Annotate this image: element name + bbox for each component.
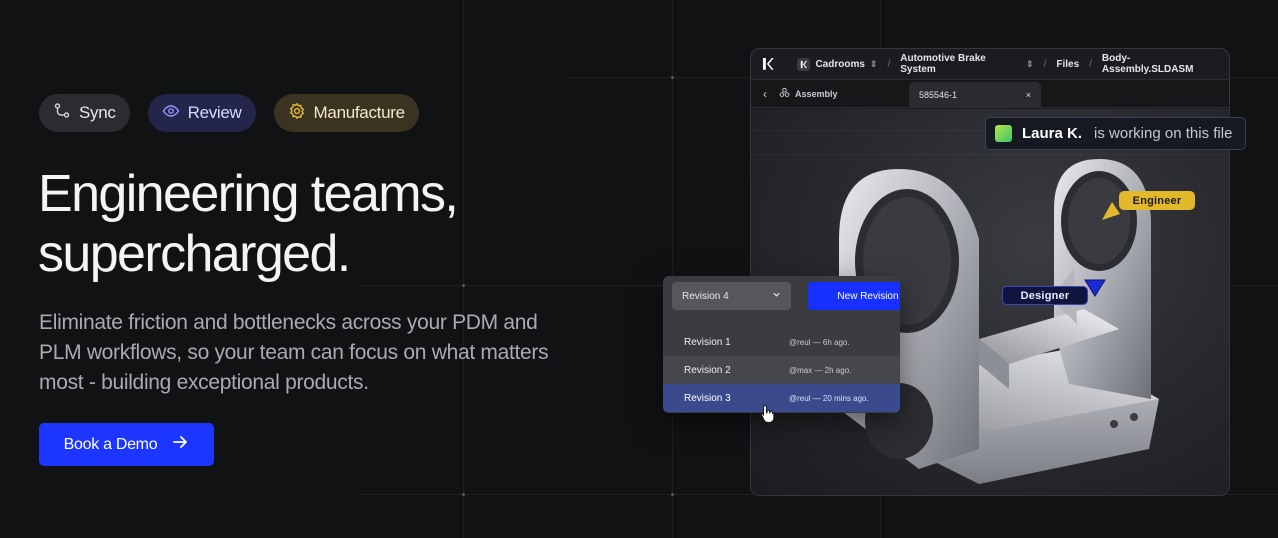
revision-name: Revision 3 — [684, 392, 731, 404]
pill-sync[interactable]: Sync — [39, 94, 130, 132]
designer-tag: Designer — [1002, 286, 1088, 305]
presence-status-text: is working on this file — [1094, 125, 1233, 142]
revision-list: Revision 1 @reul — 6h ago. Revision 2 @m… — [663, 328, 900, 412]
revision-name: Revision 1 — [684, 336, 731, 348]
gear-icon — [288, 102, 306, 125]
app-logo-icon[interactable] — [761, 57, 775, 71]
tab-assembly-label: Assembly — [795, 88, 838, 99]
breadcrumb-separator: / — [887, 58, 891, 70]
pill-label: Review — [187, 103, 242, 122]
breadcrumb: Cadrooms ⇕ / Automotive Brake System ⇕ /… — [751, 49, 1229, 80]
chevron-updown-icon: ⇕ — [1026, 58, 1034, 69]
chevron-updown-icon: ⇕ — [869, 58, 878, 69]
revision-item-selected[interactable]: Revision 3 @reul — 20 mins ago. — [663, 384, 900, 412]
revision-meta: @max — 2h ago. — [789, 365, 852, 375]
breadcrumb-separator — [785, 59, 788, 70]
pill-manufacture[interactable]: Manufacture — [273, 94, 419, 132]
grid-dot — [462, 493, 465, 496]
headline-line-2: supercharged. — [38, 225, 351, 283]
grid-dot — [462, 284, 465, 287]
hand-pointer-icon — [761, 405, 775, 423]
new-revision-button[interactable]: New Revision — [808, 282, 900, 310]
breadcrumb-separator: / — [1089, 58, 1092, 70]
presence-user-name: Laura K. — [1022, 125, 1083, 142]
avatar — [995, 125, 1012, 142]
breadcrumb-workspace[interactable]: Cadrooms ⇕ — [797, 57, 878, 71]
presence-banner: Laura K. is working on this file — [985, 117, 1246, 150]
revision-name: Revision 2 — [684, 364, 731, 376]
revision-panel: Revision 4 New Revision Revision 1 @reul… — [663, 276, 900, 413]
grid-line — [672, 0, 673, 538]
project-name: Automotive Brake System — [900, 53, 986, 75]
app-window: Cadrooms ⇕ / Automotive Brake System ⇕ /… — [750, 48, 1230, 496]
tab-file-label: 585546-1 — [919, 90, 958, 100]
book-demo-label: Book a Demo — [63, 435, 158, 453]
book-demo-button[interactable]: Book a Demo — [39, 423, 214, 466]
revision-meta: @reul — 20 mins ago. — [789, 393, 869, 403]
assembly-icon — [779, 87, 790, 100]
grid-dot — [671, 493, 674, 496]
feature-pills: Sync Review Manufacture — [39, 94, 419, 132]
pill-review[interactable]: Review — [147, 94, 256, 132]
close-icon[interactable]: × — [1026, 90, 1031, 100]
chevron-down-icon — [772, 290, 781, 302]
eye-icon — [162, 102, 180, 125]
tab-bar: ‹ Assembly 585546-1 × — [751, 80, 1229, 108]
breadcrumb-project[interactable]: Automotive Brake System ⇕ — [900, 53, 1033, 75]
page-title: Engineering teams, supercharged. — [38, 164, 598, 284]
revision-item[interactable]: Revision 2 @max — 2h ago. — [663, 356, 900, 384]
revision-select-value: Revision 4 — [682, 290, 729, 302]
back-arrow-icon[interactable]: ‹ — [751, 87, 779, 101]
workspace-name: Cadrooms — [815, 58, 865, 70]
workspace-logo-icon — [797, 57, 811, 71]
pill-label: Manufacture — [313, 103, 406, 122]
pill-label: Sync — [79, 103, 116, 122]
revision-select[interactable]: Revision 4 — [672, 282, 791, 310]
arrow-right-icon — [171, 433, 189, 456]
grid-dot — [671, 76, 674, 79]
designer-cursor-icon — [1084, 279, 1106, 297]
hero-subcopy: Eliminate friction and bottlenecks acros… — [39, 311, 549, 394]
breadcrumb-separator: / — [1043, 58, 1047, 70]
engineer-tag: Engineer — [1119, 191, 1195, 210]
branch-icon — [53, 102, 71, 125]
revision-item[interactable]: Revision 1 @reul — 6h ago. — [663, 328, 900, 356]
revision-meta: @reul — 6h ago. — [789, 337, 850, 347]
breadcrumb-files[interactable]: Files — [1056, 59, 1079, 70]
breadcrumb-file[interactable]: Body-Assembly.SLDASM — [1102, 53, 1219, 75]
tab-file[interactable]: 585546-1 × — [909, 82, 1041, 108]
headline-line-1: Engineering teams, — [38, 165, 459, 223]
tab-assembly[interactable]: Assembly — [779, 87, 838, 100]
